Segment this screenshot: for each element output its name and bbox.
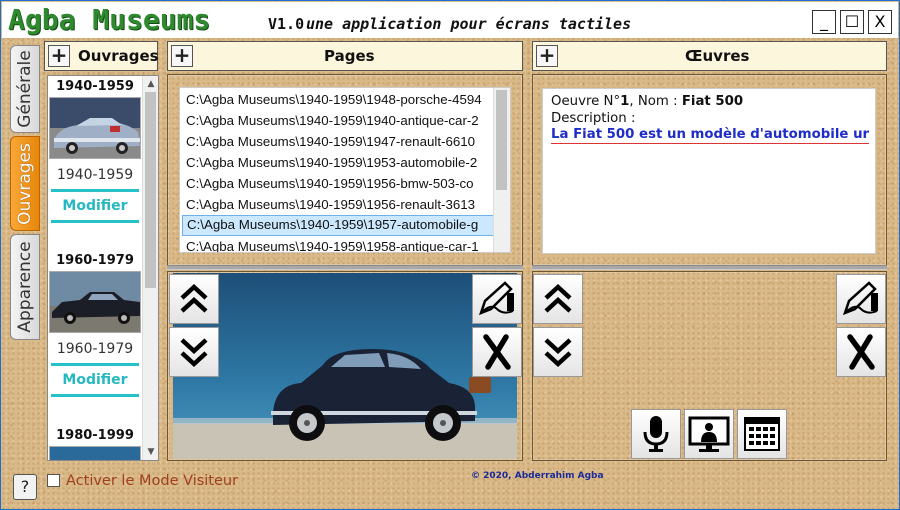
list-item-page[interactable]: C:\Agba Museums\1940-1959\1953-automobil… [182,153,494,174]
list-item-ouvrage[interactable]: 1940-1959 1940-1959 Modifier [48,78,142,223]
app-name: Agba Museums [8,3,211,36]
pages-title: Pages [324,47,375,65]
pen-edit-icon [477,279,517,319]
ouvrage-caption: 1960-1979 [56,341,134,357]
plus-icon: + [50,43,68,67]
pages-scrollbar[interactable] [493,88,510,252]
edit-oeuvre-button[interactable] [836,274,886,324]
ouvrage-thumbnail[interactable] [49,97,141,159]
list-item-page-selected[interactable]: C:\Agba Museums\1940-1959\1957-automobil… [182,215,494,236]
tab-ouvrages[interactable]: Ouvrages [10,136,40,231]
oeuvre-number-label: Oeuvre N° [551,94,621,109]
microphone-icon [641,414,671,454]
app-version: V1.0 [268,15,305,33]
ouvrages-scrollbar[interactable]: ▲ ▼ [142,76,158,460]
calendar-button[interactable] [737,409,787,459]
ouvrage-caption: 1940-1959 [56,167,134,183]
double-chevron-down-icon [177,335,211,369]
divider [51,363,139,366]
tab-generale[interactable]: Générale [10,45,40,133]
ouvrage-group-label: 1940-1959 [56,79,134,94]
list-item-page[interactable]: C:\Agba Museums\1940-1959\1948-porsche-4… [182,90,494,111]
oeuvre-name-label: , Nom : [629,94,682,109]
plus-icon: + [173,43,191,67]
oeuvres-splitter[interactable] [532,265,887,270]
scrollbar-thumb[interactable] [145,92,156,288]
maximize-button[interactable]: ☐ [840,10,864,34]
display-button[interactable] [684,409,734,459]
move-down-button[interactable] [533,327,583,377]
ouvrage-thumbnail[interactable] [49,271,141,333]
ouvrages-header: + Ouvrages [44,41,159,71]
list-item-ouvrage[interactable]: 1980-1999 [48,427,142,460]
minimize-button[interactable]: _ [812,10,836,34]
oeuvres-title: Œuvres [685,47,750,65]
tab-apparence[interactable]: Apparence [10,234,40,340]
pen-edit-icon [841,279,881,319]
tab-generale-label: Générale [15,50,35,128]
list-item-page[interactable]: C:\Agba Museums\1940-1959\1940-antique-c… [182,111,494,132]
divider [51,394,139,397]
monitor-display-icon [688,414,730,454]
scrollbar-thumb[interactable] [496,90,507,190]
ouvrage-group-label: 1960-1979 [56,253,134,268]
pages-header: + Pages [167,41,523,71]
tab-ouvrages-label: Ouvrages [15,142,35,225]
double-chevron-up-icon [541,282,575,316]
modifier-button[interactable]: Modifier [48,198,142,216]
divider [51,189,139,192]
divider [51,220,139,223]
list-item-page[interactable]: C:\Agba Museums\1940-1959\1958-antique-c… [182,237,494,252]
edit-page-button[interactable] [472,274,522,324]
oeuvre-description[interactable]: La Fiat 500 est un modèle d'automobile u… [551,127,869,144]
x-delete-icon [844,333,878,371]
visitor-mode-checkbox[interactable] [47,474,60,487]
pages-list[interactable]: C:\Agba Museums\1940-1959\1948-porsche-4… [179,87,511,253]
copyright-text: © 2020, Abderrahim Agba [471,471,604,481]
add-ouvrage-button[interactable]: + [48,45,70,67]
ouvrage-thumbnail[interactable] [49,446,141,460]
pages-splitter[interactable] [167,265,523,270]
delete-page-button[interactable] [472,327,522,377]
oeuvre-number: 1 [620,94,630,109]
oeuvre-details: Oeuvre N°1, Nom : Fiat 500 Description :… [542,88,876,254]
app-tagline: une application pour écrans tactiles [306,15,632,33]
plus-icon: + [538,43,556,67]
list-item-page[interactable]: C:\Agba Museums\1940-1959\1956-bmw-503-c… [182,174,494,195]
calendar-icon [743,415,781,453]
modifier-button[interactable]: Modifier [48,372,142,390]
visitor-mode-label: Activer le Mode Visiteur [66,473,239,489]
move-down-button[interactable] [169,327,219,377]
ouvrages-title: Ouvrages [78,47,159,65]
app-window: Agba Museums V1.0 une application pour é… [0,0,900,510]
oeuvre-title-line: Oeuvre N°1, Nom : Fiat 500 [551,94,743,109]
close-button[interactable]: X [868,10,892,34]
add-oeuvre-button[interactable]: + [536,45,558,67]
record-audio-button[interactable] [631,409,681,459]
list-item-page[interactable]: C:\Agba Museums\1940-1959\1956-renault-3… [182,195,494,216]
move-up-button[interactable] [169,274,219,324]
oeuvre-name: Fiat 500 [681,94,744,109]
scroll-down-arrow-icon[interactable]: ▼ [143,444,158,460]
list-item-ouvrage[interactable]: 1960-1979 1960-1979 Modifier [48,252,142,397]
page-image [173,273,517,459]
ouvrage-group-label: 1980-1999 [56,428,134,443]
oeuvres-header: + Œuvres [532,41,887,71]
move-up-button[interactable] [533,274,583,324]
x-delete-icon [480,333,514,371]
title-bar: Agba Museums V1.0 une application pour é… [2,2,898,38]
double-chevron-down-icon [541,335,575,369]
tab-apparence-label: Apparence [15,241,35,333]
description-label: Description : [551,111,636,126]
delete-oeuvre-button[interactable] [836,327,886,377]
ouvrages-list[interactable]: 1940-1959 1940-1959 Modifier 1960-1979 1… [47,75,159,461]
add-page-button[interactable]: + [171,45,193,67]
double-chevron-up-icon [177,282,211,316]
help-button[interactable]: ? [13,474,37,500]
scroll-up-arrow-icon[interactable]: ▲ [143,76,158,92]
list-item-page[interactable]: C:\Agba Museums\1940-1959\1947-renault-6… [182,132,494,153]
